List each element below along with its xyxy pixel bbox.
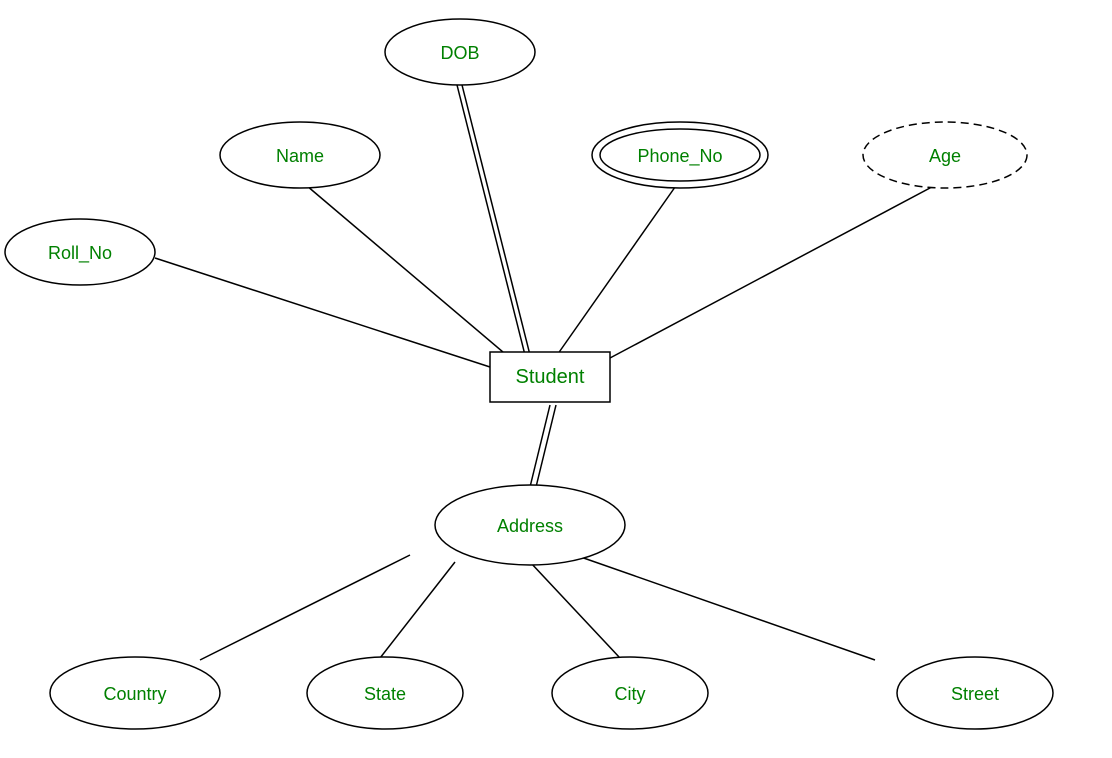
state-label: State [364, 684, 406, 704]
name-label: Name [276, 146, 324, 166]
line-address-state [380, 562, 455, 658]
line-student-address-2 [536, 405, 556, 487]
line-student-dob [460, 77, 530, 355]
er-diagram: Student DOB Name Phone_No Age Roll_No Ad… [0, 0, 1112, 753]
line-address-city [530, 562, 620, 658]
line-address-street [575, 555, 875, 660]
phoneno-label: Phone_No [637, 146, 722, 167]
address-label: Address [497, 516, 563, 536]
line-student-rollno [155, 258, 490, 367]
dob-label: DOB [440, 43, 479, 63]
line-address-country [200, 555, 410, 660]
rollno-label: Roll_No [48, 243, 112, 264]
line-student-name [300, 180, 510, 358]
line-student-dob-2 [455, 77, 525, 355]
line-student-age [610, 180, 945, 358]
age-label: Age [929, 146, 961, 166]
street-label: Street [951, 684, 999, 704]
country-label: Country [103, 684, 166, 704]
city-label: City [615, 684, 646, 704]
line-student-address-1 [530, 405, 550, 487]
student-label: Student [516, 366, 585, 388]
